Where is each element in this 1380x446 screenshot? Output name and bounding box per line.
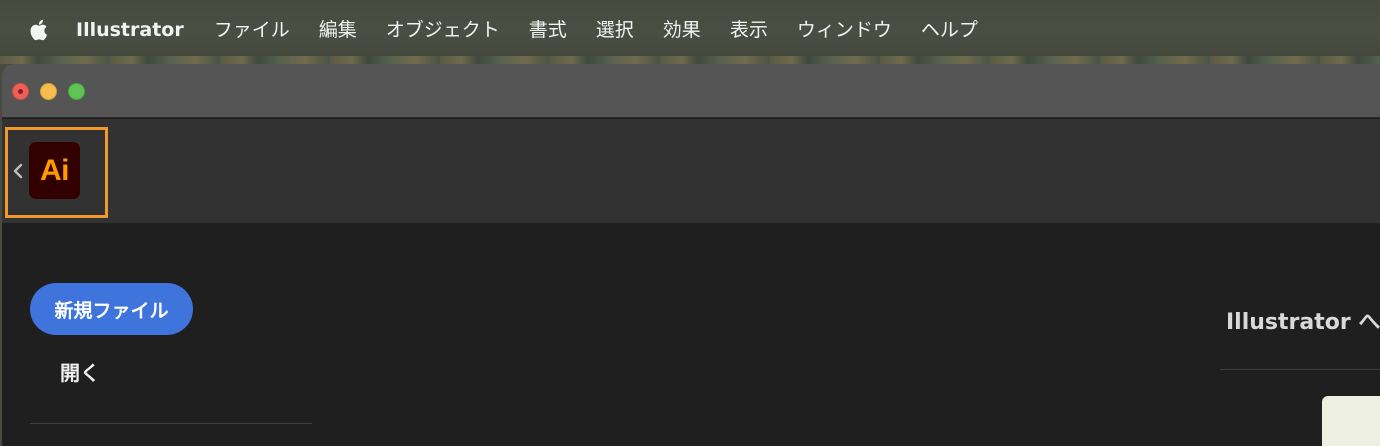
menu-window[interactable]: ウィンドウ <box>797 0 892 60</box>
menu-app-name[interactable]: Illustrator <box>76 0 184 60</box>
close-window-button[interactable] <box>12 83 29 100</box>
menu-select[interactable]: 選択 <box>596 0 634 60</box>
app-header: Ai <box>2 119 1380 223</box>
minimize-window-button[interactable] <box>40 83 57 100</box>
welcome-heading: Illustrator へよ <box>1226 310 1380 335</box>
menu-view[interactable]: 表示 <box>730 0 768 60</box>
partial-card[interactable] <box>1322 396 1380 446</box>
illustrator-window: Ai 新規ファイル 開く Illustrator へよ <box>2 64 1380 446</box>
chevron-left-icon[interactable] <box>11 162 25 180</box>
home-screen: 新規ファイル 開く Illustrator へよ <box>2 223 1380 446</box>
menu-bar: Illustrator ファイル 編集 オブジェクト 書式 選択 効果 表示 ウ… <box>0 0 1380 60</box>
new-file-button[interactable]: 新規ファイル <box>30 283 193 335</box>
menu-type[interactable]: 書式 <box>529 0 567 60</box>
apple-icon[interactable] <box>27 18 49 42</box>
desktop-wallpaper-strip <box>0 56 1380 64</box>
window-titlebar[interactable] <box>2 64 1380 118</box>
menu-help[interactable]: ヘルプ <box>921 0 978 60</box>
menu-edit[interactable]: 編集 <box>319 0 357 60</box>
welcome-divider <box>1220 369 1380 370</box>
sidebar-divider <box>30 423 312 424</box>
illustrator-app-icon[interactable]: Ai <box>29 142 80 199</box>
menu-file[interactable]: ファイル <box>214 0 290 60</box>
maximize-window-button[interactable] <box>68 83 85 100</box>
open-file-link[interactable]: 開く <box>60 357 100 386</box>
menu-effect[interactable]: 効果 <box>663 0 701 60</box>
menu-object[interactable]: オブジェクト <box>386 0 500 60</box>
